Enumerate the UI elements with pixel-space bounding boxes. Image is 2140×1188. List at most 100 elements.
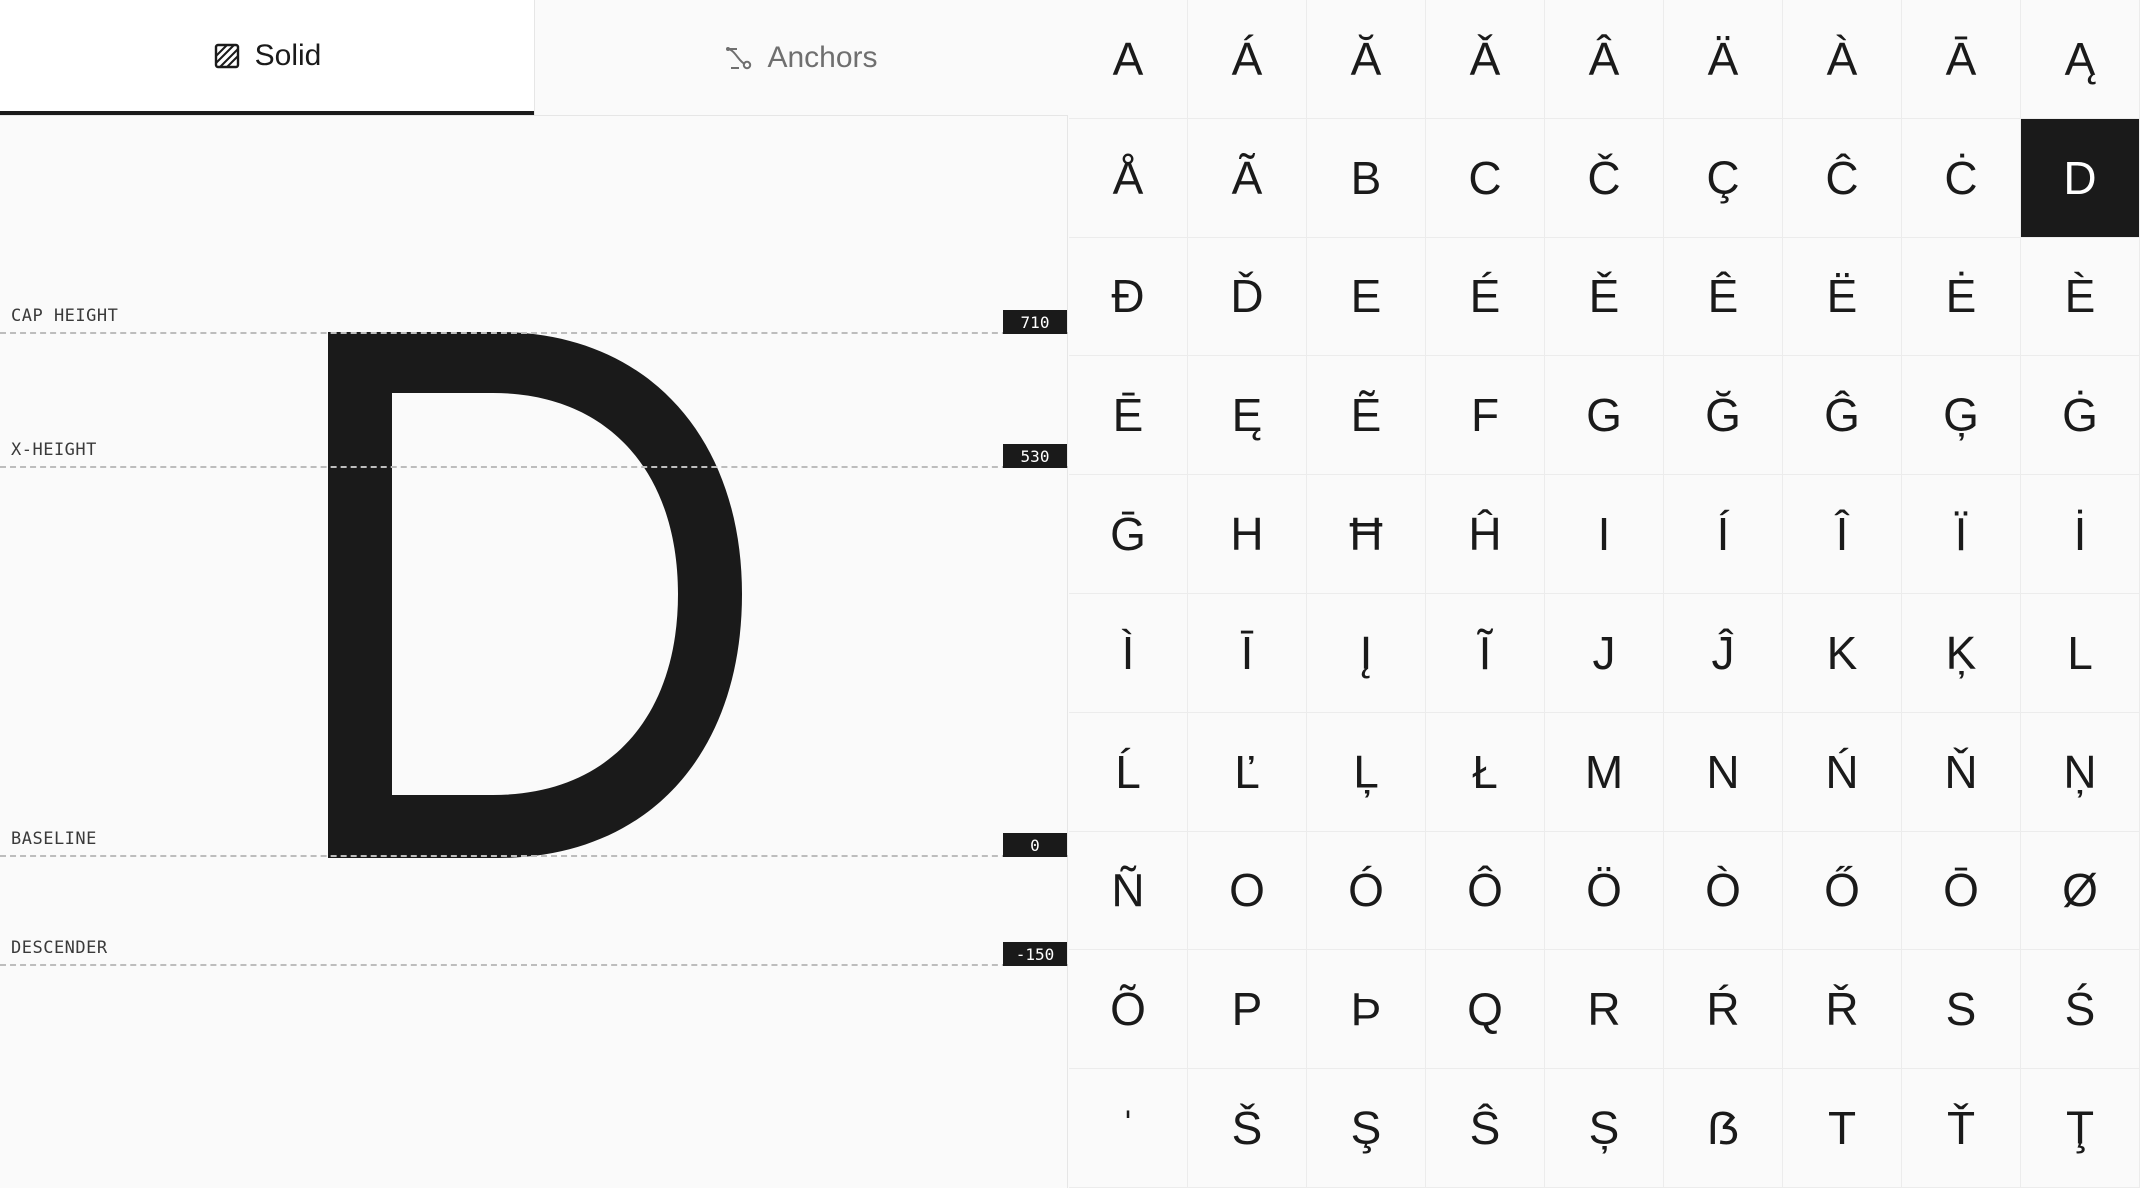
glyph-cell[interactable]: Ā <box>1902 0 2021 119</box>
glyph-cell[interactable]: Ò <box>1664 831 1783 951</box>
glyph-cell[interactable]: K <box>1783 593 1902 713</box>
glyph-cell[interactable]: Ō <box>1902 831 2021 951</box>
glyph-cell[interactable]: Ì <box>1069 593 1188 713</box>
glyph-cell[interactable]: Ň <box>1902 712 2021 832</box>
glyph-cell[interactable]: H <box>1188 475 1307 594</box>
glyph-cell[interactable]: Q <box>1426 950 1545 1070</box>
glyph-cell[interactable]: Ï <box>1902 475 2021 594</box>
glyph-cell[interactable]: Đ <box>1069 237 1188 357</box>
glyph-cell[interactable]: Ť <box>1902 1069 2021 1188</box>
glyph-cell[interactable]: Ş <box>1307 1069 1426 1188</box>
glyph-cell[interactable]: T <box>1783 1069 1902 1188</box>
glyph-cell[interactable]: Ţ <box>2021 1069 2140 1188</box>
cap-height-label: CAP HEIGHT <box>11 306 119 326</box>
glyph-cell[interactable]: D <box>2021 118 2140 238</box>
glyph-cell[interactable]: È <box>2021 237 2140 357</box>
glyph-cell[interactable]: Ą <box>2021 0 2140 119</box>
baseline-line <box>0 855 1068 857</box>
glyph-cell[interactable]: Ģ <box>1902 356 2021 476</box>
glyph-cell[interactable]: Ċ <box>1902 118 2021 238</box>
glyph-cell[interactable]: Ę <box>1188 356 1307 476</box>
glyph-cell[interactable]: O <box>1188 831 1307 951</box>
glyph-cell[interactable]: E <box>1307 237 1426 357</box>
glyph-cell[interactable]: R <box>1545 950 1664 1070</box>
glyph-cell[interactable]: Ħ <box>1307 475 1426 594</box>
glyph-cell[interactable]: Ľ <box>1188 712 1307 832</box>
glyph-cell[interactable]: Å <box>1069 118 1188 238</box>
glyph-cell[interactable]: Ĉ <box>1783 118 1902 238</box>
descender-label: DESCENDER <box>11 938 108 958</box>
glyph-cell[interactable]: Ø <box>2021 831 2140 951</box>
glyph-cell[interactable]: É <box>1426 237 1545 357</box>
glyph-cell[interactable]: Į <box>1307 593 1426 713</box>
glyph-cell[interactable]: Ǎ <box>1426 0 1545 119</box>
glyph-cell[interactable]: Ē <box>1069 356 1188 476</box>
glyph-cell[interactable]: Þ <box>1307 950 1426 1070</box>
glyph-cell[interactable]: Ô <box>1426 831 1545 951</box>
glyph-cell[interactable]: Â <box>1545 0 1664 119</box>
glyph-cell[interactable]: Ĺ <box>1069 712 1188 832</box>
glyph-cell[interactable]: Ś <box>2021 950 2140 1070</box>
glyph-cell[interactable]: Ő <box>1783 831 1902 951</box>
glyph-cell[interactable]: C <box>1426 118 1545 238</box>
glyph-cell[interactable]: L <box>2021 593 2140 713</box>
glyph-cell[interactable]: Č <box>1545 118 1664 238</box>
glyph-cell[interactable]: Ļ <box>1307 712 1426 832</box>
glyph-cell[interactable]: Ě <box>1545 237 1664 357</box>
glyph-cell[interactable]: Ŕ <box>1664 950 1783 1070</box>
glyph-cell[interactable]: Ș <box>1545 1069 1664 1188</box>
glyph-cell[interactable]: Ê <box>1664 237 1783 357</box>
cap-height-value: 710 <box>1003 310 1067 334</box>
glyph-inspector: Solid Anchors CAP HEIGHT 710 X-HEIGHT 53… <box>0 0 2140 1188</box>
glyph-cell[interactable]: A <box>1069 0 1188 119</box>
glyph-cell[interactable]: Á <box>1188 0 1307 119</box>
glyph-cell[interactable]: Š <box>1188 1069 1307 1188</box>
glyph-cell[interactable]: Î <box>1783 475 1902 594</box>
glyph-cell[interactable]: Ł <box>1426 712 1545 832</box>
glyph-cell[interactable]: J <box>1545 593 1664 713</box>
glyph-cell[interactable]: Ņ <box>2021 712 2140 832</box>
glyph-cell[interactable]: Ë <box>1783 237 1902 357</box>
glyph-cell[interactable]: Ď <box>1188 237 1307 357</box>
glyph-cell[interactable]: Ĥ <box>1426 475 1545 594</box>
glyph-cell[interactable]: S <box>1902 950 2021 1070</box>
glyph-cell[interactable]: À <box>1783 0 1902 119</box>
glyph-cell[interactable]: Ö <box>1545 831 1664 951</box>
glyph-cell[interactable]: P <box>1188 950 1307 1070</box>
glyph-cell[interactable]: M <box>1545 712 1664 832</box>
glyph-cell[interactable]: Ĝ <box>1783 356 1902 476</box>
glyph-cell[interactable]: Í <box>1664 475 1783 594</box>
glyph-cell[interactable]: Ç <box>1664 118 1783 238</box>
glyph-cell[interactable]: ˈ <box>1069 1069 1188 1188</box>
glyph-cell[interactable]: Ī <box>1188 593 1307 713</box>
baseline-label: BASELINE <box>11 829 97 849</box>
glyph-cell[interactable]: Ń <box>1783 712 1902 832</box>
glyph-cell[interactable]: I <box>1545 475 1664 594</box>
glyph-cell[interactable]: ẞ <box>1664 1069 1783 1188</box>
glyph-cell[interactable]: B <box>1307 118 1426 238</box>
baseline-value: 0 <box>1003 833 1067 857</box>
glyph-cell[interactable]: G <box>1545 356 1664 476</box>
glyph-cell[interactable]: Õ <box>1069 950 1188 1070</box>
glyph-cell[interactable]: Ó <box>1307 831 1426 951</box>
glyph-cell[interactable]: Ă <box>1307 0 1426 119</box>
glyph-cell[interactable]: Ä <box>1664 0 1783 119</box>
glyph-cell[interactable]: Ĩ <box>1426 593 1545 713</box>
glyph-cell[interactable]: Ř <box>1783 950 1902 1070</box>
glyph-cell[interactable]: F <box>1426 356 1545 476</box>
glyph-cell[interactable]: Ė <box>1902 237 2021 357</box>
glyph-cell[interactable]: N <box>1664 712 1783 832</box>
x-height-value: 530 <box>1003 444 1067 468</box>
glyph-cell[interactable]: Ğ <box>1664 356 1783 476</box>
glyph-cell[interactable]: İ <box>2021 475 2140 594</box>
glyph-cell[interactable]: Ẽ <box>1307 356 1426 476</box>
glyph-cell[interactable]: Ŝ <box>1426 1069 1545 1188</box>
glyph-cell[interactable]: Ḡ <box>1069 475 1188 594</box>
glyph-cell[interactable]: Ķ <box>1902 593 2021 713</box>
glyph-cell[interactable]: Ã <box>1188 118 1307 238</box>
glyph-cell[interactable]: Ġ <box>2021 356 2140 476</box>
glyph-preview-panel: Solid Anchors CAP HEIGHT 710 X-HEIGHT 53… <box>0 0 1068 1188</box>
glyph-cell[interactable]: Ĵ <box>1664 593 1783 713</box>
descender-line <box>0 964 1068 966</box>
glyph-cell[interactable]: Ñ <box>1069 831 1188 951</box>
